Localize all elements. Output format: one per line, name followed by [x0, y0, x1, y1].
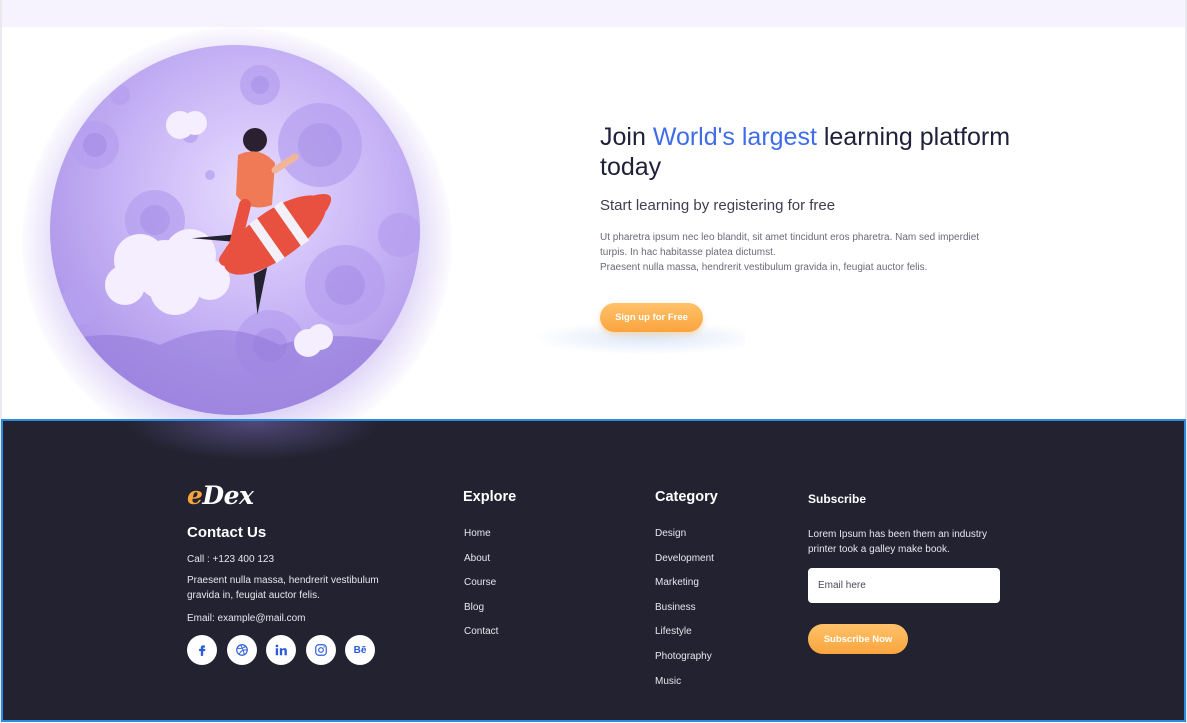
category-link-photography[interactable]: Photography — [655, 651, 714, 676]
category-links: Design Development Marketing Business Li… — [655, 528, 714, 700]
edex-logo[interactable]: eDex — [187, 481, 254, 510]
hero-body-line: Ut pharetra ipsum nec leo blandit, sit a… — [600, 232, 980, 258]
category-link-development[interactable]: Development — [655, 553, 714, 578]
contact-call: Call : +123 400 123 — [187, 554, 275, 565]
instagram-button[interactable] — [305, 635, 336, 665]
hero-title: Join World's largest learning platform t… — [600, 122, 1020, 182]
logo-e: e — [187, 481, 203, 510]
behance-button[interactable]: Bē — [345, 635, 375, 665]
subscribe-button[interactable]: Subscribe Now — [808, 624, 908, 654]
logo-rest: Dex — [202, 481, 254, 510]
explore-title: Explore — [463, 489, 517, 505]
facebook-button[interactable] — [187, 635, 217, 665]
explore-link-course[interactable]: Course — [464, 577, 498, 602]
social-links: Bē — [187, 635, 375, 665]
hero-subtitle: Start learning by registering for free — [600, 197, 836, 214]
explore-link-blog[interactable]: Blog — [464, 602, 498, 627]
subscribe-email-input[interactable] — [808, 568, 1000, 603]
contact-email: Email: example@mail.com — [187, 613, 306, 624]
behance-icon: Bē — [353, 644, 367, 656]
top-strip — [2, 0, 1185, 27]
instagram-icon — [314, 644, 327, 656]
category-link-music[interactable]: Music — [655, 676, 714, 701]
category-link-marketing[interactable]: Marketing — [655, 577, 714, 602]
hero-body: Ut pharetra ipsum nec leo blandit, sit a… — [600, 230, 1000, 275]
facebook-icon — [199, 645, 206, 656]
linkedin-icon — [275, 644, 287, 656]
category-link-design[interactable]: Design — [655, 528, 714, 553]
hero-body-line: Praesent nulla massa, hendrerit vestibul… — [600, 262, 928, 273]
hero-text: Join World's largest learning platform t… — [600, 122, 1020, 275]
contact-address: Praesent nulla massa, hendrerit vestibul… — [187, 575, 379, 601]
footer: eDex Contact Us Call : +123 400 123 Prae… — [1, 419, 1186, 722]
dribbble-icon — [235, 644, 248, 656]
explore-link-about[interactable]: About — [464, 553, 498, 578]
rocket-rider-illustration — [50, 45, 420, 415]
subscribe-text: Lorem Ipsum has been them an industry pr… — [808, 529, 987, 555]
explore-link-contact[interactable]: Contact — [464, 626, 498, 651]
linkedin-button[interactable] — [266, 635, 296, 665]
explore-links: Home About Course Blog Contact — [464, 528, 498, 651]
hero-title-prefix: Join — [600, 123, 653, 151]
hero-section: Join World's largest learning platform t… — [2, 27, 1185, 457]
hero-title-accent: World's largest — [652, 123, 817, 151]
category-title: Category — [655, 489, 718, 505]
contact-title: Contact Us — [187, 524, 267, 541]
category-link-business[interactable]: Business — [655, 602, 714, 627]
footer-glow — [123, 421, 383, 461]
signup-button[interactable]: Sign up for Free — [600, 303, 703, 332]
explore-link-home[interactable]: Home — [464, 528, 498, 553]
illustration-graphic — [50, 65, 420, 415]
category-link-lifestyle[interactable]: Lifestyle — [655, 626, 714, 651]
dribbble-button[interactable] — [226, 635, 257, 665]
subscribe-title: Subscribe — [808, 492, 867, 506]
signup-area: Sign up for Free — [530, 303, 745, 355]
